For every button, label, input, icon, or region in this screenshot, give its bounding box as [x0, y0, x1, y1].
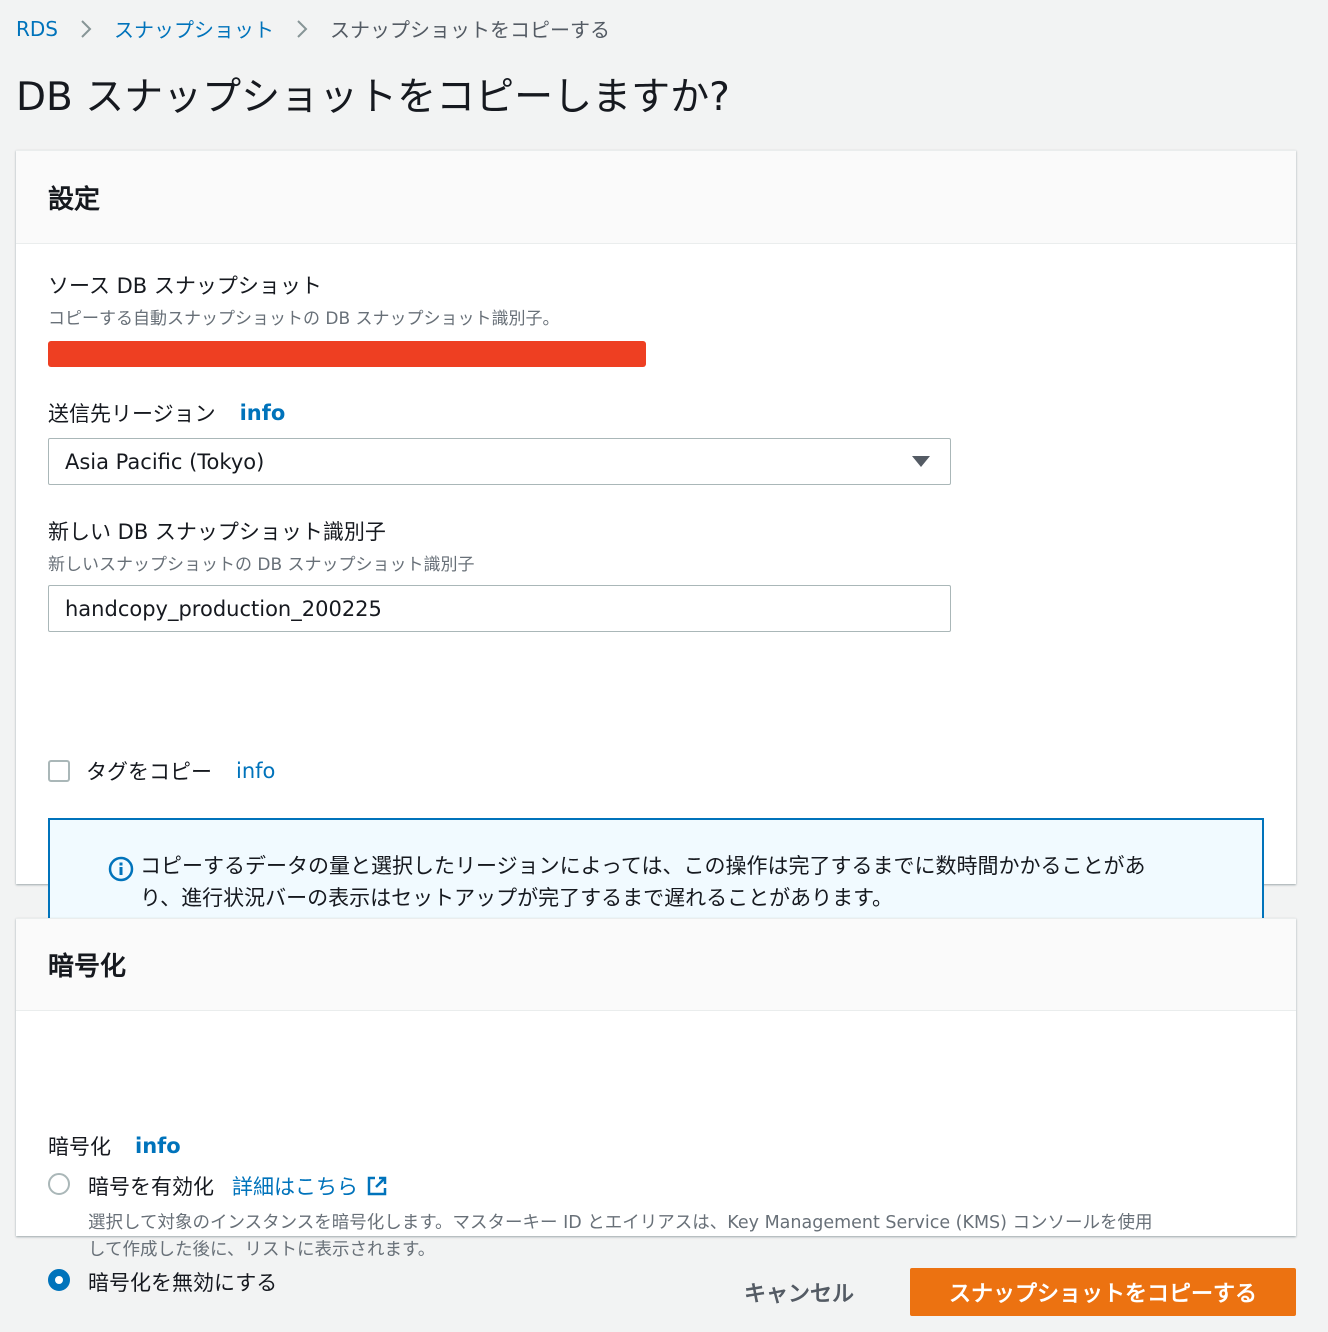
info-alert-text: コピーするデータの量と選択したリージョンによっては、この操作は完了するまでに数時…	[108, 850, 1202, 914]
destination-region-label-text: 送信先リージョン	[48, 402, 216, 426]
enable-encryption-desc-line2: して作成した後に、リストに表示されます。	[88, 1240, 436, 1260]
settings-panel-header: 設定	[16, 151, 1296, 244]
learn-more-link[interactable]: 詳細はこちら	[232, 1171, 388, 1201]
disable-encryption-option: 暗号化を無効にする	[48, 1267, 277, 1297]
encryption-panel: 暗号化 暗号化 info 暗号を有効化 詳細はこちら 選択して対象のインスタンス…	[16, 918, 1296, 1295]
enable-encryption-option: 暗号を有効化 詳細はこちら 選択して対象のインスタンスを暗号化します。マスターキ…	[48, 1171, 1153, 1261]
page-title: DB スナップショットをコピーしますか?	[16, 75, 730, 120]
encryption-heading: 暗号化	[48, 952, 127, 982]
cancel-button[interactable]: キャンセル	[744, 1276, 854, 1308]
external-link-icon	[366, 1175, 388, 1197]
footer-actions: キャンセル スナップショットをコピーする	[744, 1268, 1296, 1316]
copy-tags-label: タグをコピー	[86, 760, 212, 784]
new-identifier-label: 新しい DB スナップショット識別子	[48, 520, 386, 544]
enable-encryption-desc-line1: 選択して対象のインスタンスを暗号化します。マスターキー ID とエイリアスは、K…	[88, 1213, 1153, 1233]
encryption-info-link[interactable]: info	[135, 1134, 181, 1158]
settings-heading: 設定	[48, 184, 101, 215]
settings-panel: 設定 ソース DB スナップショット コピーする自動スナップショットの DB ス…	[16, 150, 1296, 946]
learn-more-text: 詳細はこちら	[232, 1175, 358, 1199]
info-alert-line2: り、進行状況バーの表示はセットアップが完了するまで遅れることがあります。	[140, 886, 894, 910]
enable-encryption-label: 暗号を有効化	[88, 1175, 214, 1199]
destination-region-selected: Asia Pacific (Tokyo)	[65, 449, 265, 474]
destination-region-select[interactable]: Asia Pacific (Tokyo)	[48, 438, 951, 485]
copy-snapshot-button[interactable]: スナップショットをコピーする	[910, 1268, 1296, 1316]
info-alert-line1: コピーするデータの量と選択したリージョンによっては、この操作は完了するまでに数時…	[140, 854, 1146, 878]
source-snapshot-label: ソース DB スナップショット	[48, 274, 322, 298]
enable-encryption-content: 暗号を有効化 詳細はこちら 選択して対象のインスタンスを暗号化します。マスターキ…	[88, 1171, 1153, 1261]
encryption-label: 暗号化 info	[48, 1131, 181, 1161]
destination-region-field: 送信先リージョン info Asia Pacific (Tokyo)	[48, 398, 951, 485]
destination-region-label: 送信先リージョン info	[48, 398, 951, 428]
info-circle-icon	[108, 856, 134, 891]
breadcrumb-rds[interactable]: RDS	[16, 17, 58, 41]
chevron-right-icon	[80, 19, 92, 39]
redacted-snapshot-id	[48, 341, 646, 367]
destination-region-info-link[interactable]: info	[240, 401, 286, 425]
new-identifier-description: 新しいスナップショットの DB スナップショット識別子	[48, 555, 475, 575]
breadcrumb-snapshots[interactable]: スナップショット	[114, 14, 274, 43]
new-identifier-field: 新しい DB スナップショット識別子 新しいスナップショットの DB スナップシ…	[48, 516, 951, 632]
disable-encryption-label: 暗号化を無効にする	[88, 1271, 278, 1295]
caret-down-icon	[912, 456, 930, 467]
copy-tags-checkbox[interactable]	[48, 760, 70, 782]
breadcrumb: RDS スナップショット スナップショットをコピーする	[16, 14, 610, 43]
encryption-panel-header: 暗号化	[16, 919, 1296, 1011]
source-snapshot-field: ソース DB スナップショット コピーする自動スナップショットの DB スナップ…	[48, 270, 646, 367]
new-identifier-input[interactable]	[48, 585, 951, 632]
copy-tags-info-link[interactable]: info	[236, 759, 275, 783]
enable-encryption-label-row: 暗号を有効化 詳細はこちら	[88, 1171, 1153, 1201]
enable-encryption-radio[interactable]	[48, 1173, 70, 1195]
breadcrumb-current: スナップショットをコピーする	[330, 18, 610, 42]
disable-encryption-radio[interactable]	[48, 1269, 70, 1291]
encryption-label-text: 暗号化	[48, 1135, 111, 1159]
chevron-right-icon	[296, 19, 308, 39]
copy-tags-row: タグをコピー info	[48, 756, 275, 786]
source-snapshot-description: コピーする自動スナップショットの DB スナップショット識別子。	[48, 309, 560, 329]
